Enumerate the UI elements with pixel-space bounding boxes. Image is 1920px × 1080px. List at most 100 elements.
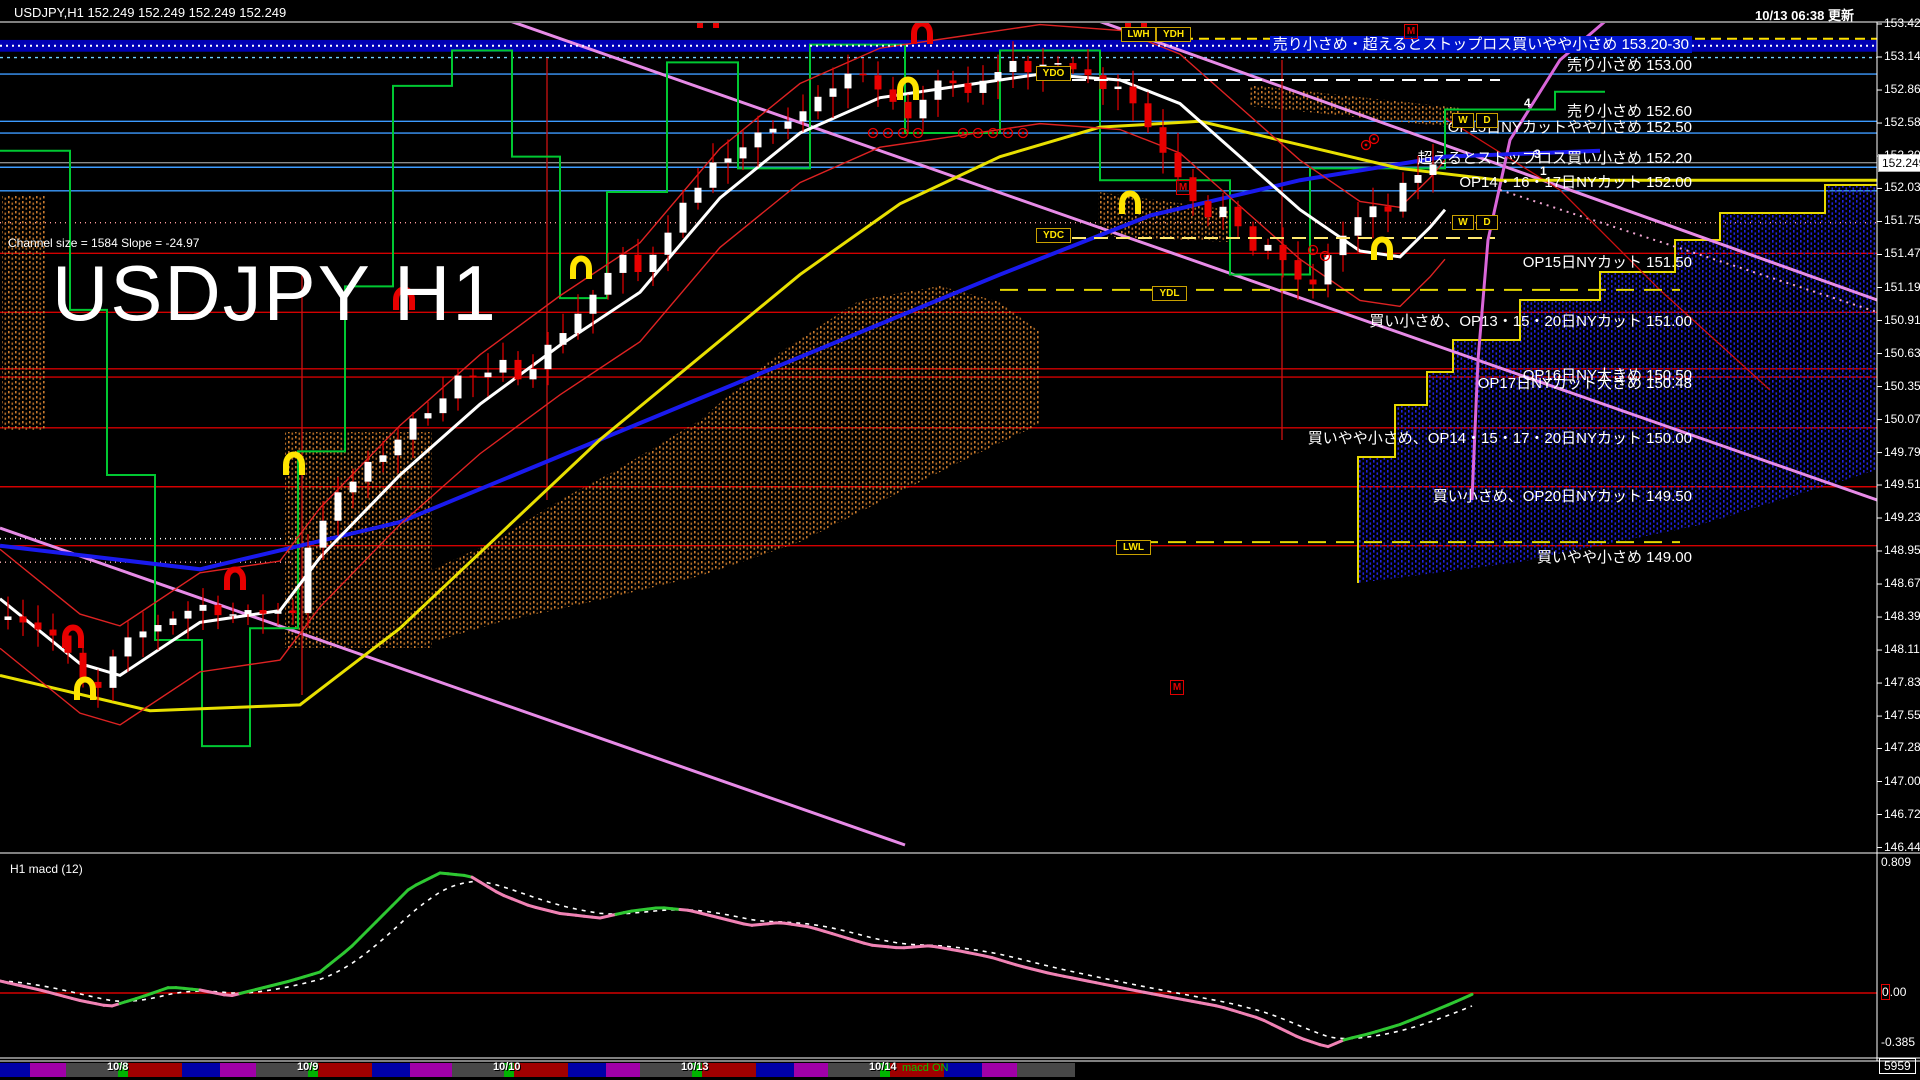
candle-bear [1309, 279, 1317, 285]
candle-bull [1054, 63, 1062, 65]
symbol-ohlc-line: USDJPY,H1 152.249 152.249 152.249 152.24… [14, 5, 287, 20]
candle-bear [34, 622, 42, 630]
price-tick-label: 149.790 [1884, 444, 1920, 459]
candle-bear [19, 616, 27, 623]
candle-bull [454, 375, 462, 399]
macd-zero-rest: .00 [1889, 985, 1907, 999]
level-tag-ydo[interactable]: YDO [1036, 66, 1071, 81]
candle-bull [334, 492, 342, 521]
trading-chart-window: USDJPY,H1 152.249 152.249 152.249 152.24… [0, 0, 1920, 1080]
candle-bear [1234, 206, 1242, 227]
macd-tick-bottom: -0.385 [1881, 1035, 1916, 1049]
candle-bull [364, 461, 372, 482]
price-tick-label: 146.440 [1884, 839, 1920, 854]
candle-bear [1384, 206, 1392, 212]
macd-on-label[interactable]: macd ON [902, 1062, 948, 1074]
price-tick-label: 150.350 [1884, 378, 1920, 393]
price-tick-label: 146.720 [1884, 806, 1920, 821]
candle-bull [589, 294, 597, 314]
candle-bull [499, 359, 507, 373]
level-tag-w[interactable]: W [1452, 215, 1474, 230]
level-tag-d[interactable]: D [1476, 215, 1498, 230]
candle-bull [559, 333, 567, 345]
candle-bull [739, 147, 747, 159]
candle-bull [229, 614, 237, 616]
candle-bull [694, 187, 702, 203]
session-segment [702, 1063, 756, 1077]
candle-bull [109, 656, 117, 688]
count-digit: 4 [1524, 96, 1531, 110]
candle-bull [619, 254, 627, 273]
price-tick-label: 148.675 [1884, 576, 1920, 591]
ichimoku-cloud-orange [2, 196, 46, 430]
price-tick-label: 152.305 [1884, 148, 1920, 163]
candle-bear [1279, 244, 1287, 261]
candle-bull [574, 313, 582, 334]
candle-bull [409, 418, 417, 440]
session-segment [756, 1063, 794, 1077]
price-tick-label: 147.000 [1884, 773, 1920, 788]
session-segment [794, 1063, 828, 1077]
level-tag-lwh[interactable]: LWH [1121, 27, 1156, 42]
candle-bull [844, 73, 852, 89]
candle-bull [649, 254, 657, 272]
level-tag-lwl[interactable]: LWL [1116, 540, 1151, 555]
candle-bull [184, 610, 192, 619]
price-tick-label: 147.555 [1884, 708, 1920, 723]
price-tick-label: 148.115 [1884, 642, 1920, 657]
candle-bear [874, 75, 882, 90]
date-label[interactable]: 10/14 [869, 1061, 897, 1073]
candle-bear [1084, 69, 1092, 76]
last-updated-label: 10/13 06:38 更新 [1754, 8, 1854, 23]
candle-bear [259, 610, 267, 614]
candle-bull [1354, 217, 1362, 236]
candle-bull [424, 413, 432, 419]
date-label[interactable]: 10/8 [107, 1061, 128, 1073]
annotation-label: 買いやや小さめ 149.00 [1536, 549, 1692, 566]
candle-bull [934, 80, 942, 100]
count-digit: 1 [1540, 164, 1547, 178]
candle-bull [124, 637, 132, 657]
price-tick-label: 150.070 [1884, 411, 1920, 426]
session-segment [568, 1063, 606, 1077]
candle-bull [349, 481, 357, 493]
candle-bull [1009, 60, 1017, 73]
count-digit: 3 [1534, 147, 1541, 161]
candle-bear [49, 629, 57, 636]
candle-bear [1129, 86, 1137, 104]
price-tick-label: 149.515 [1884, 476, 1920, 491]
candle-bull [439, 398, 447, 414]
candle-bull [394, 439, 402, 456]
candle-bear [289, 610, 297, 614]
candle-bear [1294, 260, 1302, 280]
level-tag-d[interactable]: D [1476, 113, 1498, 128]
candle-bull [1399, 182, 1407, 212]
session-segment [128, 1063, 182, 1077]
date-label[interactable]: 10/9 [297, 1061, 318, 1073]
candle-bull [484, 372, 492, 378]
price-tick-label: 152.585 [1884, 115, 1920, 130]
session-segment [318, 1063, 372, 1077]
candle-bull [1114, 86, 1122, 90]
candle-bull [139, 631, 147, 638]
candle-bull [154, 625, 162, 632]
session-segment [514, 1063, 568, 1077]
candle-bull [919, 99, 927, 119]
price-tick-label: 150.910 [1884, 312, 1920, 327]
level-tag-ydc[interactable]: YDC [1036, 228, 1071, 243]
candle-bear [904, 101, 912, 119]
candle-bull [754, 132, 762, 148]
date-label[interactable]: 10/13 [681, 1061, 709, 1073]
level-tag-ydh[interactable]: YDH [1156, 27, 1191, 42]
price-tick-label: 148.955 [1884, 543, 1920, 557]
bar-count-label: 5959 [1879, 1058, 1916, 1074]
price-tick-label: 148.395 [1884, 609, 1920, 624]
level-tag-w[interactable]: W [1452, 113, 1474, 128]
candle-bear [514, 359, 522, 380]
macd-zero-label: 0.00 [1881, 984, 1907, 1000]
candle-bull [679, 202, 687, 233]
watermark-title: USDJPY H1 [52, 249, 498, 337]
annotation-label: 買いやや小さめ、OP14・15・17・20日NYカット 150.00 [1307, 430, 1692, 447]
level-tag-ydl[interactable]: YDL [1152, 286, 1187, 301]
date-label[interactable]: 10/10 [493, 1061, 521, 1073]
